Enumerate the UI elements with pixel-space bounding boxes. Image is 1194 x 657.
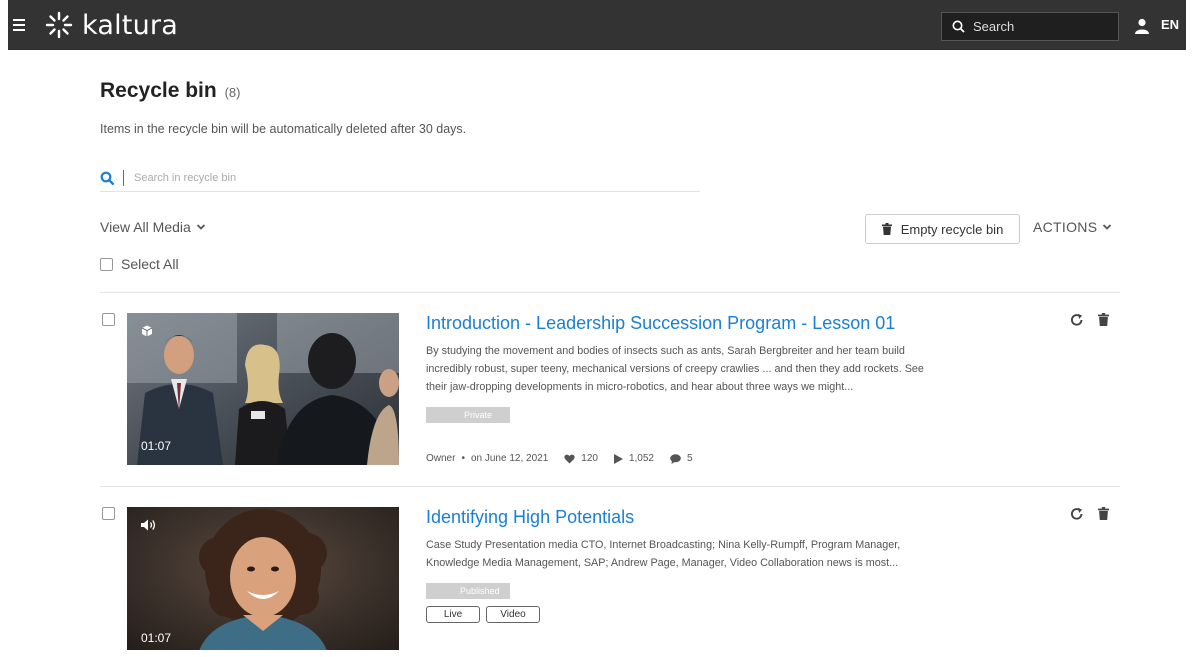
entry-actions (1070, 507, 1109, 526)
kaltura-burst-icon (45, 11, 73, 39)
status-badge: Published (426, 583, 510, 599)
actions-label: ACTIONS (1033, 219, 1098, 235)
global-search-input[interactable]: Search (941, 12, 1119, 41)
entry-thumbnail[interactable]: 01:07 (127, 507, 399, 650)
divider (100, 486, 1120, 487)
divider (100, 292, 1120, 293)
cube-icon (141, 325, 153, 337)
likes-stat: 120 (564, 453, 598, 464)
list-item: 01:07 Introduction - Leadership Successi… (100, 313, 1120, 483)
status-badge: Private (426, 407, 510, 423)
chevron-down-icon (196, 224, 205, 230)
date-label: on June 12, 2021 (470, 453, 549, 464)
search-icon (952, 20, 965, 33)
search-icon (100, 171, 114, 185)
item-count: (8) (224, 85, 241, 100)
hamburger-menu-icon[interactable] (10, 14, 32, 36)
actions-dropdown[interactable]: ACTIONS (1033, 219, 1112, 235)
entry-actions (1070, 313, 1109, 332)
global-search-placeholder: Search (973, 19, 1015, 34)
user-icon[interactable] (1135, 18, 1149, 34)
entry-description: By studying the movement and bodies of i… (426, 345, 924, 393)
page-title: Recycle bin (8) (100, 79, 240, 103)
page-subtitle: Items in the recycle bin will be automat… (100, 122, 467, 136)
trash-icon (881, 223, 892, 235)
page-title-text: Recycle bin (100, 79, 217, 102)
entry-meta: Owner • on June 12, 2021 120 1,052 5 (426, 453, 693, 464)
kaltura-logo[interactable]: kaltura (44, 8, 178, 42)
thumbnail-image (127, 507, 399, 650)
entry-checkbox[interactable] (102, 313, 115, 326)
comments-stat: 5 (670, 453, 693, 464)
tag-video[interactable]: Video (486, 606, 540, 623)
play-icon (613, 453, 623, 464)
list-item: 01:07 Identifying High Potentials Case S… (100, 507, 1120, 650)
tag-live[interactable]: Live (426, 606, 480, 623)
plays-count: 1,052 (628, 453, 654, 464)
delete-icon[interactable] (1098, 507, 1109, 526)
entry-title-link[interactable]: Identifying High Potentials (426, 507, 634, 528)
comments-count: 5 (686, 453, 693, 464)
duration-label: 01:07 (141, 439, 172, 453)
entry-title-link[interactable]: Introduction - Leadership Succession Pro… (426, 313, 895, 334)
separator-dot: • (461, 453, 465, 464)
plays-stat: 1,052 (613, 453, 654, 464)
duration-label: 01:07 (141, 631, 172, 645)
top-bar: kaltura Search EN (8, 0, 1186, 50)
entry-description: Case Study Presentation media CTO, Inter… (426, 539, 901, 569)
select-all-checkbox-box[interactable] (100, 257, 113, 271)
select-all-label: Select All (121, 256, 179, 272)
restore-icon[interactable] (1070, 313, 1084, 332)
text-caret (123, 169, 124, 186)
view-all-media-label: View All Media (100, 219, 191, 235)
delete-icon[interactable] (1098, 313, 1109, 332)
recycle-bin-search-placeholder: Search in recycle bin (134, 171, 237, 184)
restore-icon[interactable] (1070, 507, 1084, 526)
select-all-checkbox[interactable]: Select All (100, 256, 179, 272)
entry-thumbnail[interactable]: 01:07 (127, 313, 399, 465)
language-selector[interactable]: EN (1161, 17, 1179, 32)
comment-icon (670, 453, 681, 464)
likes-count: 120 (581, 453, 598, 464)
chevron-down-icon (1103, 224, 1112, 230)
empty-recycle-bin-label: Empty recycle bin (900, 221, 1004, 237)
entry-checkbox[interactable] (102, 507, 115, 520)
heart-icon (564, 454, 575, 463)
speaker-icon (141, 519, 156, 531)
view-all-media-dropdown[interactable]: View All Media (100, 219, 206, 235)
owner-label[interactable]: Owner (426, 453, 455, 464)
brand-name: kaltura (82, 9, 178, 41)
app-frame: kaltura Search EN Recycle bin (8) Items … (8, 0, 1186, 650)
empty-recycle-bin-button[interactable]: Empty recycle bin (865, 214, 1020, 244)
recycle-bin-search-input[interactable]: Search in recycle bin (100, 164, 700, 192)
